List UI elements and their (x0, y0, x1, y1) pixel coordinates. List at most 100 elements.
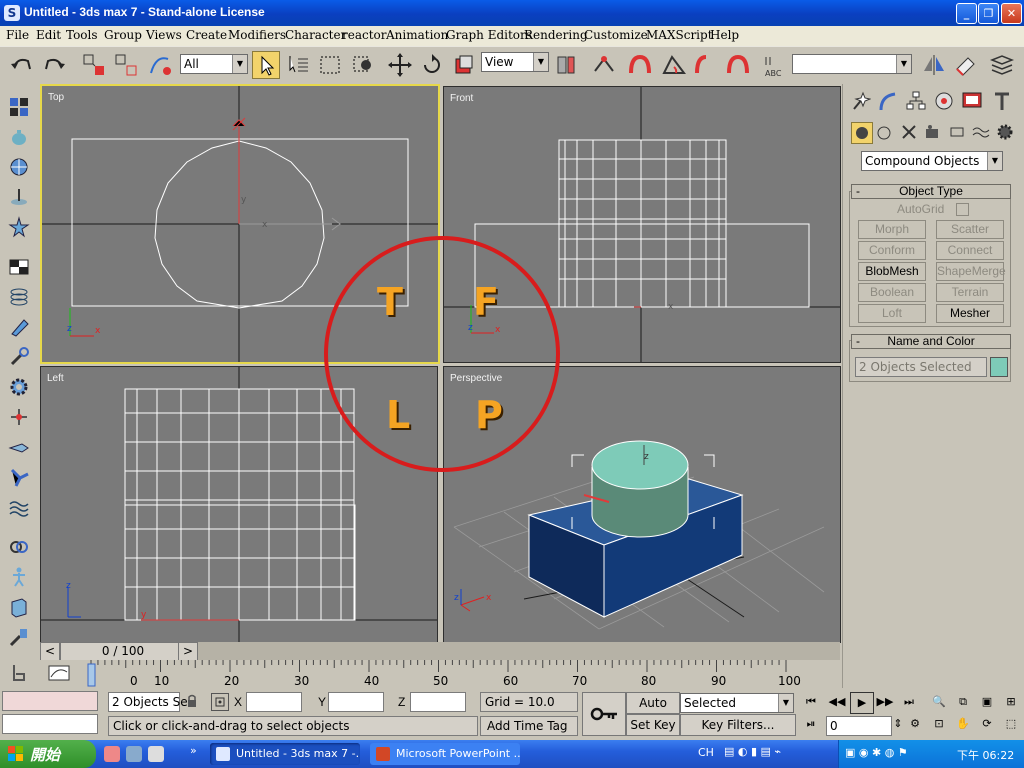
select-object-button[interactable] (252, 51, 280, 79)
quicklaunch-desktop-icon[interactable] (148, 746, 164, 762)
unlink-selection-icon[interactable] (112, 51, 140, 79)
wrench-icon[interactable] (8, 346, 30, 368)
star-helper-icon[interactable] (8, 216, 30, 238)
app-icon[interactable]: S (4, 5, 20, 21)
key-mode-dropdown[interactable]: Selected ▼ (680, 693, 794, 713)
track-bar[interactable]: 0 10 20 30 40 50 60 70 80 90 100 (40, 660, 840, 688)
cameras-category-icon[interactable] (923, 122, 943, 142)
menu-rendering[interactable]: Rendering (524, 28, 588, 42)
task-powerpoint[interactable]: Microsoft PowerPoint ... (370, 743, 520, 765)
systems-category-icon[interactable] (995, 122, 1015, 142)
camera-icon[interactable] (8, 436, 30, 458)
quicklaunch-more-icon[interactable]: » (190, 744, 197, 757)
angle-snap-icon[interactable] (660, 51, 688, 79)
mirror-icon[interactable] (920, 51, 948, 79)
time-slider-next-button[interactable]: > (178, 642, 198, 662)
chair-icon[interactable] (8, 662, 30, 684)
coil-icon[interactable] (8, 286, 30, 308)
menu-edit[interactable]: Edit (36, 28, 61, 42)
maxscript-listener-mini[interactable] (2, 691, 98, 711)
menu-file[interactable]: File (6, 28, 29, 42)
select-and-manipulate-icon[interactable] (590, 51, 618, 79)
scatter-button[interactable]: Scatter (936, 220, 1004, 239)
autogrid-checkbox[interactable] (956, 203, 969, 216)
percent-snap-icon[interactable] (692, 51, 720, 79)
redo-icon[interactable] (40, 51, 68, 79)
select-and-link-icon[interactable] (80, 51, 108, 79)
y-coordinate-field[interactable] (328, 692, 384, 712)
connect-button[interactable]: Connect (936, 241, 1004, 260)
object-category-dropdown[interactable]: Compound Objects ▼ (861, 151, 1003, 171)
maximize-viewport-icon[interactable]: ⬚ (1000, 714, 1022, 734)
wave-icon[interactable] (8, 496, 30, 518)
menu-help[interactable]: Help (710, 28, 739, 42)
morph-button[interactable]: Morph (858, 220, 926, 239)
quicklaunch-browser-icon[interactable] (126, 746, 142, 762)
conform-button[interactable]: Conform (858, 241, 926, 260)
motion-tab-icon[interactable] (933, 90, 955, 112)
shapes-category-icon[interactable] (875, 122, 895, 142)
menu-reactor[interactable]: reactor (342, 28, 387, 42)
geometry-category-icon[interactable] (851, 122, 873, 144)
go-to-start-icon[interactable]: ⏮ (800, 692, 822, 712)
utilities-tab-icon[interactable] (991, 90, 1013, 112)
selection-filter-dropdown[interactable]: All ▼ (180, 54, 248, 74)
minimize-button[interactable]: _ (956, 3, 977, 24)
key-mode-toggle-icon[interactable]: ⏯ (800, 714, 822, 734)
quicklaunch-app-icon[interactable] (104, 746, 120, 762)
menu-customize[interactable]: Customize (584, 28, 648, 42)
terrain-button[interactable]: Terrain (936, 283, 1004, 302)
start-button[interactable]: 開始 (0, 740, 96, 768)
select-and-rotate-icon[interactable] (418, 51, 446, 79)
blobmesh-button[interactable]: BlobMesh (858, 262, 926, 281)
object-color-swatch[interactable] (990, 357, 1008, 377)
go-to-end-icon[interactable]: ⏭ (898, 692, 920, 712)
snaps-toggle-icon[interactable] (626, 51, 654, 79)
spinner-arrows-icon[interactable]: ⇕ (892, 714, 904, 734)
zoom-extents-icon[interactable]: ▣ (976, 692, 998, 712)
loft-button[interactable]: Loft (858, 304, 926, 323)
select-by-name-icon[interactable] (284, 51, 312, 79)
name-and-color-header[interactable]: - Name and Color (851, 334, 1011, 349)
maxscript-listener-output[interactable] (2, 714, 98, 734)
bones-icon[interactable] (8, 466, 30, 488)
select-and-move-icon[interactable] (386, 51, 414, 79)
display-tab-icon[interactable] (961, 90, 983, 112)
boolean-button[interactable]: Boolean (858, 283, 926, 302)
align-icon[interactable] (952, 51, 980, 79)
menu-character[interactable]: Character (285, 28, 346, 42)
create-tab-icon[interactable] (849, 90, 872, 112)
auto-key-button[interactable]: Auto Key (626, 692, 680, 730)
zoom-all-icon[interactable]: ⧉ (952, 692, 974, 712)
pin-icon[interactable] (8, 406, 30, 428)
teapot-icon[interactable] (8, 126, 30, 148)
menu-views[interactable]: Views (146, 28, 182, 42)
task-3dsmax[interactable]: Untitled - 3ds max 7 -... (210, 743, 360, 765)
menu-group[interactable]: Group (104, 28, 142, 42)
z-coordinate-field[interactable] (410, 692, 466, 712)
shapemerge-button[interactable]: ShapeMerge (936, 262, 1006, 281)
gear-icon[interactable] (8, 376, 30, 398)
bind-to-space-warp-icon[interactable] (146, 51, 174, 79)
absolute-mode-icon[interactable] (211, 693, 229, 711)
language-indicator[interactable]: CH (698, 746, 714, 759)
objects-tab-icon[interactable] (8, 96, 30, 118)
time-slider-thumb[interactable]: 0 / 100 (60, 642, 186, 662)
undo-icon[interactable] (8, 51, 36, 79)
light-icon[interactable] (8, 186, 30, 208)
time-slider-prev-button[interactable]: < (40, 642, 60, 662)
pan-icon[interactable]: ✋ (952, 714, 974, 734)
zoom-icon[interactable]: 🔍 (928, 692, 950, 712)
key-filters-button[interactable]: Key Filters... (680, 714, 796, 736)
maximize-button[interactable]: ❐ (978, 3, 999, 24)
chain-icon[interactable] (8, 536, 30, 558)
space-warps-category-icon[interactable] (971, 122, 991, 142)
x-coordinate-field[interactable] (246, 692, 302, 712)
edit-named-selection-icon[interactable]: ABC (760, 51, 788, 79)
object-name-field[interactable]: 2 Objects Selected (855, 357, 987, 377)
layer-manager-icon[interactable] (988, 51, 1016, 79)
menu-graph-editors[interactable]: Graph Editors (446, 28, 532, 42)
menu-maxscript[interactable]: MAXScript (646, 28, 713, 42)
shapes-icon[interactable] (8, 256, 30, 278)
set-key-button[interactable]: Set Key (626, 714, 680, 736)
